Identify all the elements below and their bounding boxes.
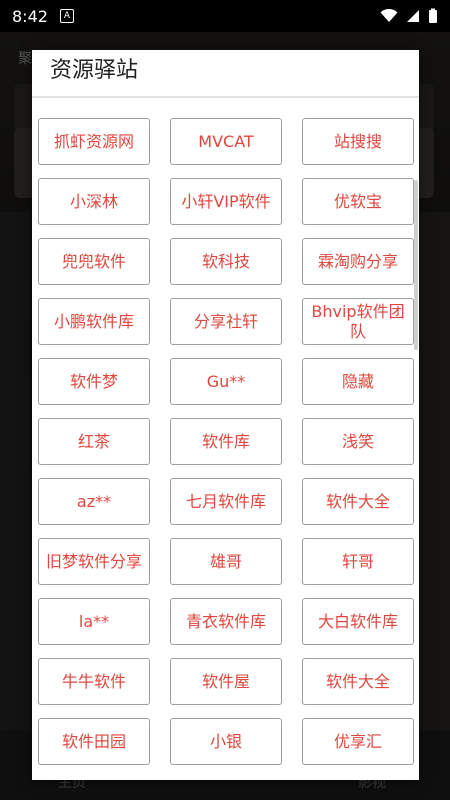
- resource-item-button[interactable]: 小深林: [38, 178, 150, 225]
- resource-item-button[interactable]: 软科技: [170, 238, 282, 285]
- resource-item-button[interactable]: 七月软件库: [170, 478, 282, 525]
- status-icons: [380, 8, 438, 24]
- resource-item-button[interactable]: 软件大全: [302, 658, 414, 705]
- resource-item-button[interactable]: 青衣软件库: [170, 598, 282, 645]
- resource-item-button[interactable]: 软件屋: [170, 658, 282, 705]
- title-divider: [32, 96, 419, 98]
- notification-app-icon: A: [59, 9, 74, 23]
- resource-item-button[interactable]: 红茶: [38, 418, 150, 465]
- resource-item-button[interactable]: MVCAT: [170, 118, 282, 165]
- resource-item-button[interactable]: 优软宝: [302, 178, 414, 225]
- resource-item-button[interactable]: 旧梦软件分享: [38, 538, 150, 585]
- status-time: 8:42: [12, 6, 48, 26]
- resource-item-button[interactable]: 牛牛软件: [38, 658, 150, 705]
- resource-item-button[interactable]: 软件梦: [38, 358, 150, 405]
- scrollbar[interactable]: [414, 180, 418, 350]
- resource-item-button[interactable]: 优享汇: [302, 718, 414, 765]
- resource-item-button[interactable]: 软件大全: [302, 478, 414, 525]
- resource-item-button[interactable]: la**: [38, 598, 150, 645]
- resource-item-button[interactable]: 雄哥: [170, 538, 282, 585]
- resource-item-button[interactable]: 轩哥: [302, 538, 414, 585]
- resource-grid: 抓虾资源网 MVCAT 站搜搜小深林 小轩VIP软件 优软宝兜兜软件 软科技 霖淘购分享小鹏…: [38, 118, 414, 765]
- resource-item-button[interactable]: 隐藏: [302, 358, 414, 405]
- resource-item-button[interactable]: 小轩VIP软件: [170, 178, 282, 225]
- resource-item-button[interactable]: 抓虾资源网: [38, 118, 150, 165]
- resource-item-button[interactable]: 站搜搜: [302, 118, 414, 165]
- resource-item-button[interactable]: 浅笑: [302, 418, 414, 465]
- resource-item-button[interactable]: Bhvip软件团队: [302, 298, 414, 345]
- wifi-icon: [380, 9, 398, 22]
- resource-item-button[interactable]: 软件田园: [38, 718, 150, 765]
- resource-item-button[interactable]: 软件库: [170, 418, 282, 465]
- resource-item-button[interactable]: 小银: [170, 718, 282, 765]
- resource-item-button[interactable]: az**: [38, 478, 150, 525]
- resource-item-button[interactable]: 大白软件库: [302, 598, 414, 645]
- resource-item-button[interactable]: 兜兜软件: [38, 238, 150, 285]
- resource-item-button[interactable]: 分享社轩: [170, 298, 282, 345]
- resource-item-button[interactable]: 小鹏软件库: [38, 298, 150, 345]
- resource-item-button[interactable]: 霖淘购分享: [302, 238, 414, 285]
- status-bar: 8:42 A: [0, 0, 450, 32]
- resource-dialog: 资源驿站 抓虾资源网 MVCAT 站搜搜小深林 小轩VIP软件 优软宝兜兜软件 软科技 霖淘…: [32, 50, 419, 780]
- battery-icon: [429, 8, 437, 23]
- resource-item-button[interactable]: Gu**: [170, 358, 282, 405]
- dialog-title: 资源驿站: [50, 58, 139, 83]
- cellular-signal-icon: [407, 10, 419, 22]
